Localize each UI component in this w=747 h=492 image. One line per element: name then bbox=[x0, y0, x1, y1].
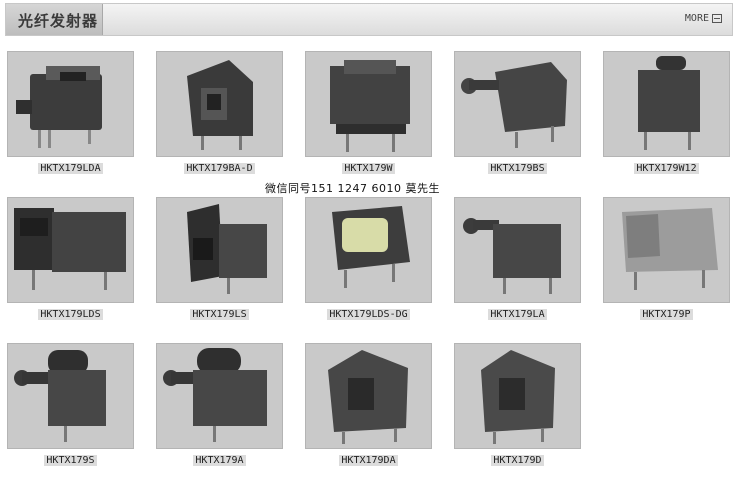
product-label[interactable]: HKTX179LDS bbox=[7, 309, 134, 321]
product-image[interactable] bbox=[305, 51, 432, 157]
product-image[interactable] bbox=[7, 343, 134, 449]
product-label[interactable]: HKTX179LDA bbox=[7, 163, 134, 175]
product-label[interactable]: HKTX179LS bbox=[156, 309, 283, 321]
product-card[interactable]: HKTX179BS bbox=[454, 51, 581, 175]
product-card[interactable]: HKTX179BA-D bbox=[156, 51, 283, 175]
product-card[interactable]: HKTX179LDS-DG bbox=[305, 197, 432, 321]
product-label[interactable]: HKTX179LDS-DG bbox=[305, 309, 432, 321]
product-image[interactable] bbox=[603, 197, 730, 303]
product-label[interactable]: HKTX179BS bbox=[454, 163, 581, 175]
product-label[interactable]: HKTX179W12 bbox=[603, 163, 730, 175]
product-label[interactable]: HKTX179S bbox=[7, 455, 134, 467]
product-image[interactable] bbox=[454, 51, 581, 157]
product-label[interactable]: HKTX179BA-D bbox=[156, 163, 283, 175]
more-label: MORE bbox=[684, 13, 709, 24]
product-image[interactable] bbox=[7, 197, 134, 303]
product-card[interactable]: HKTX179W12 bbox=[603, 51, 730, 175]
product-label[interactable]: HKTX179A bbox=[156, 455, 283, 467]
product-card[interactable]: HKTX179A bbox=[156, 343, 283, 467]
product-card[interactable]: HKTX179D bbox=[454, 343, 581, 467]
product-card[interactable]: HKTX179P bbox=[603, 197, 730, 321]
product-image[interactable] bbox=[156, 343, 283, 449]
product-label[interactable]: HKTX179D bbox=[454, 455, 581, 467]
more-link[interactable]: MORE bbox=[685, 13, 722, 24]
product-card[interactable]: HKTX179LDS bbox=[7, 197, 134, 321]
product-card[interactable]: HKTX179S bbox=[7, 343, 134, 467]
header-tab: 光纤发射器 bbox=[6, 4, 103, 35]
product-card[interactable]: HKTX179LS bbox=[156, 197, 283, 321]
product-label[interactable]: HKTX179LA bbox=[454, 309, 581, 321]
product-image[interactable] bbox=[603, 51, 730, 157]
product-image[interactable] bbox=[454, 343, 581, 449]
product-card[interactable]: HKTX179W bbox=[305, 51, 432, 175]
product-image[interactable] bbox=[156, 51, 283, 157]
contact-note: 微信同号151 1247 6010 莫先生 bbox=[265, 182, 440, 195]
product-image[interactable] bbox=[305, 343, 432, 449]
section-title: 光纤发射器 bbox=[18, 12, 99, 30]
product-image[interactable] bbox=[454, 197, 581, 303]
product-card[interactable]: HKTX179LA bbox=[454, 197, 581, 321]
section-header: 光纤发射器 MORE bbox=[5, 3, 733, 36]
product-image[interactable] bbox=[305, 197, 432, 303]
product-card[interactable]: HKTX179LDA bbox=[7, 51, 134, 175]
product-label[interactable]: HKTX179DA bbox=[305, 455, 432, 467]
product-image[interactable] bbox=[156, 197, 283, 303]
product-label[interactable]: HKTX179P bbox=[603, 309, 730, 321]
product-label[interactable]: HKTX179W bbox=[305, 163, 432, 175]
product-card[interactable]: HKTX179DA bbox=[305, 343, 432, 467]
product-image[interactable] bbox=[7, 51, 134, 157]
more-icon bbox=[712, 14, 722, 23]
